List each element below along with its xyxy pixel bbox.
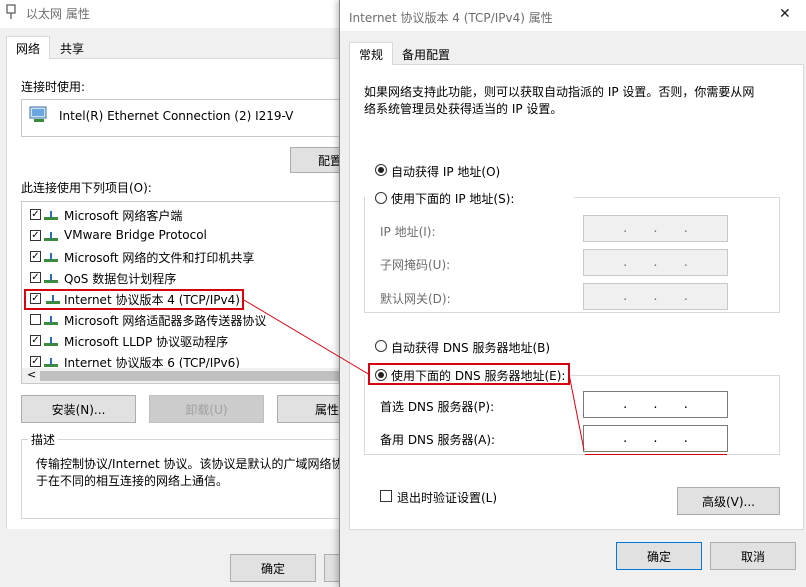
connector-line-ipv4-to-dns xyxy=(243,299,371,376)
connector-line-dns-to-inputs xyxy=(568,373,585,451)
highlight-connector-lines xyxy=(243,299,585,451)
